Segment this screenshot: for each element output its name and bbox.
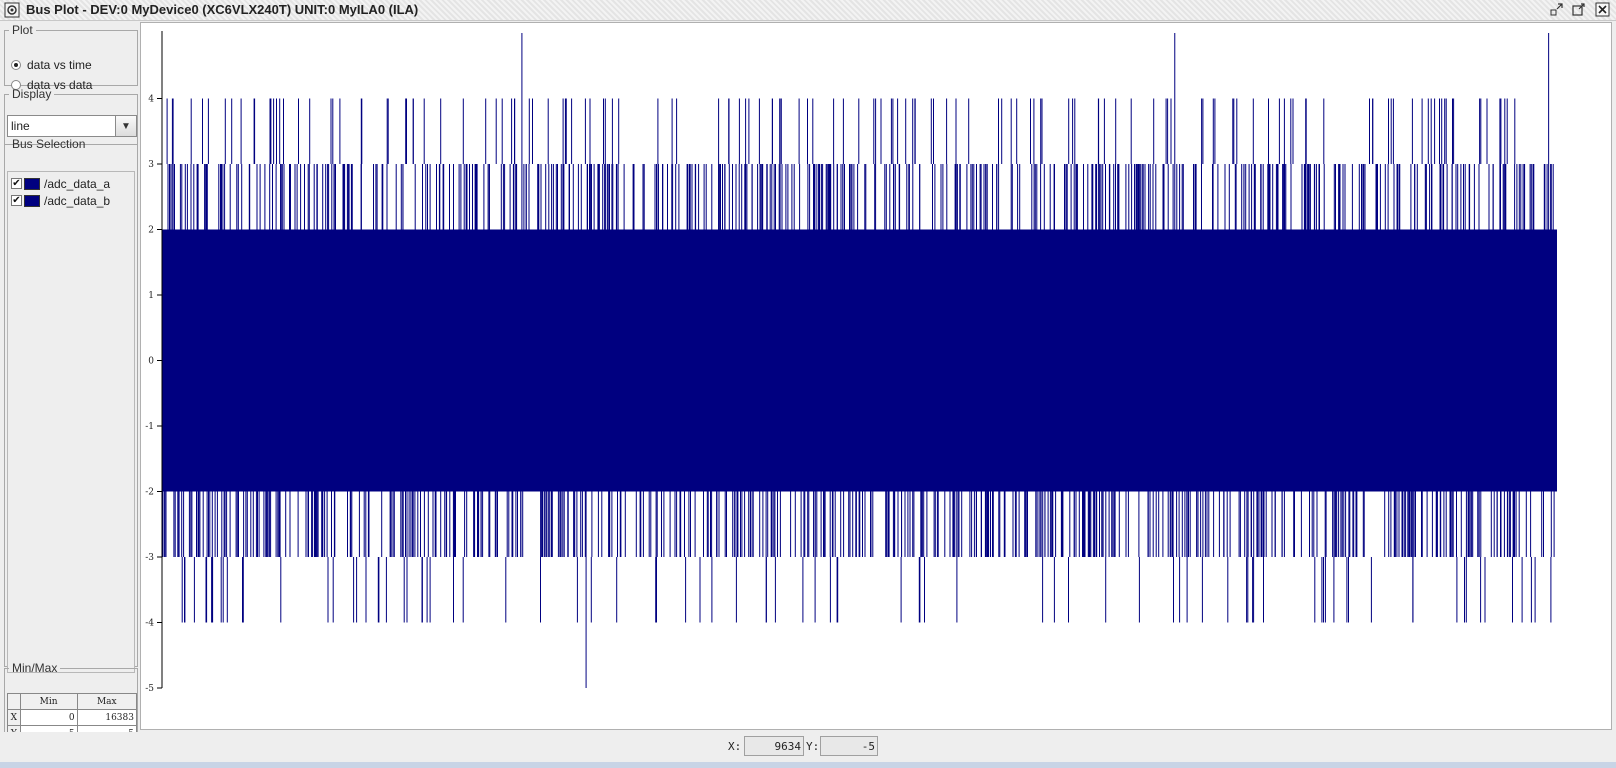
control-panel: Plot data vs time data vs data Display l… (0, 21, 138, 749)
dense-trace-band (162, 229, 1557, 492)
y-tick-label: 3 (148, 160, 154, 170)
series-color-swatch (24, 194, 40, 207)
close-icon[interactable] (1594, 1, 1612, 18)
y-tick-label: -2 (145, 488, 154, 498)
bus-plot-window: Bus Plot - DEV:0 MyDevice0 (XC6VLX240T) … (0, 0, 1616, 768)
y-axis: 4 3 2 1 0 -1 -2 -3 -4 -5 (145, 31, 163, 694)
checkbox-checked-icon[interactable]: ✔ (11, 178, 22, 189)
title-bar[interactable]: Bus Plot - DEV:0 MyDevice0 (XC6VLX240T) … (0, 0, 1616, 21)
plot-group-legend: Plot (12, 23, 33, 37)
minmax-legend: Min/Max (12, 661, 58, 675)
checkbox-checked-icon[interactable]: ✔ (11, 195, 22, 206)
bus-item-label: /adc_data_a (44, 176, 111, 191)
minimize-icon[interactable] (1548, 1, 1566, 18)
trace-layer (162, 33, 1557, 688)
chip-icon (4, 2, 20, 18)
maximize-icon[interactable] (1570, 1, 1588, 18)
series-color-swatch (24, 177, 40, 190)
y-tick-label: 0 (148, 357, 154, 367)
x-coord-label: X: (728, 740, 742, 753)
y-tick-label: -5 (145, 684, 154, 694)
y-tick-label: -3 (145, 553, 154, 563)
y-tick-label: -1 (145, 422, 154, 432)
radio-selected-icon (11, 60, 21, 70)
bus-selection-legend: Bus Selection (12, 137, 86, 151)
display-mode-dropdown[interactable]: line ▼ (7, 115, 137, 137)
x-min-cell[interactable]: 0 (19, 709, 78, 726)
min-header: Min (19, 693, 78, 710)
row-header: X (7, 709, 21, 726)
radio-label: data vs time (27, 58, 92, 72)
y-coord-label: Y: (806, 740, 820, 753)
bus-item-adc-data-b[interactable]: ✔ /adc_data_b (11, 193, 110, 208)
bus-list[interactable]: ✔ /adc_data_a ✔ /adc_data_b (7, 171, 135, 673)
y-tick-label: -4 (145, 619, 154, 629)
bus-selection-group: Bus Selection ✔ /adc_data_a ✔ /adc_data_… (4, 137, 138, 673)
bus-item-label: /adc_data_b (44, 193, 111, 208)
max-header: Max (76, 693, 138, 710)
y-coord-field: -5 (820, 736, 878, 756)
window-bottom-border (0, 762, 1616, 768)
bus-item-adc-data-a[interactable]: ✔ /adc_data_a (11, 176, 110, 191)
status-bar: X: 9634 Y: -5 (0, 732, 1616, 762)
radio-data-vs-time[interactable]: data vs time (11, 57, 92, 73)
display-mode-value: line (11, 119, 30, 133)
chevron-down-icon[interactable]: ▼ (115, 116, 136, 136)
x-coord-field: 9634 (744, 736, 804, 756)
plot-area[interactable]: 4 3 2 1 0 -1 -2 -3 -4 -5 (140, 22, 1612, 730)
x-max-cell[interactable]: 16383 (76, 709, 138, 726)
display-group-legend: Display (12, 87, 52, 101)
bus-plot-chart[interactable]: 4 3 2 1 0 -1 -2 -3 -4 -5 (141, 23, 1611, 729)
table-row: X 0 16383 (7, 709, 138, 726)
y-tick-label: 1 (148, 291, 154, 301)
y-tick-label: 2 (148, 226, 154, 236)
table-corner (7, 693, 21, 710)
y-tick-label: 4 (148, 95, 154, 105)
window-title: Bus Plot - DEV:0 MyDevice0 (XC6VLX240T) … (26, 2, 419, 17)
plot-mode-group: Plot data vs time data vs data (4, 23, 138, 92)
